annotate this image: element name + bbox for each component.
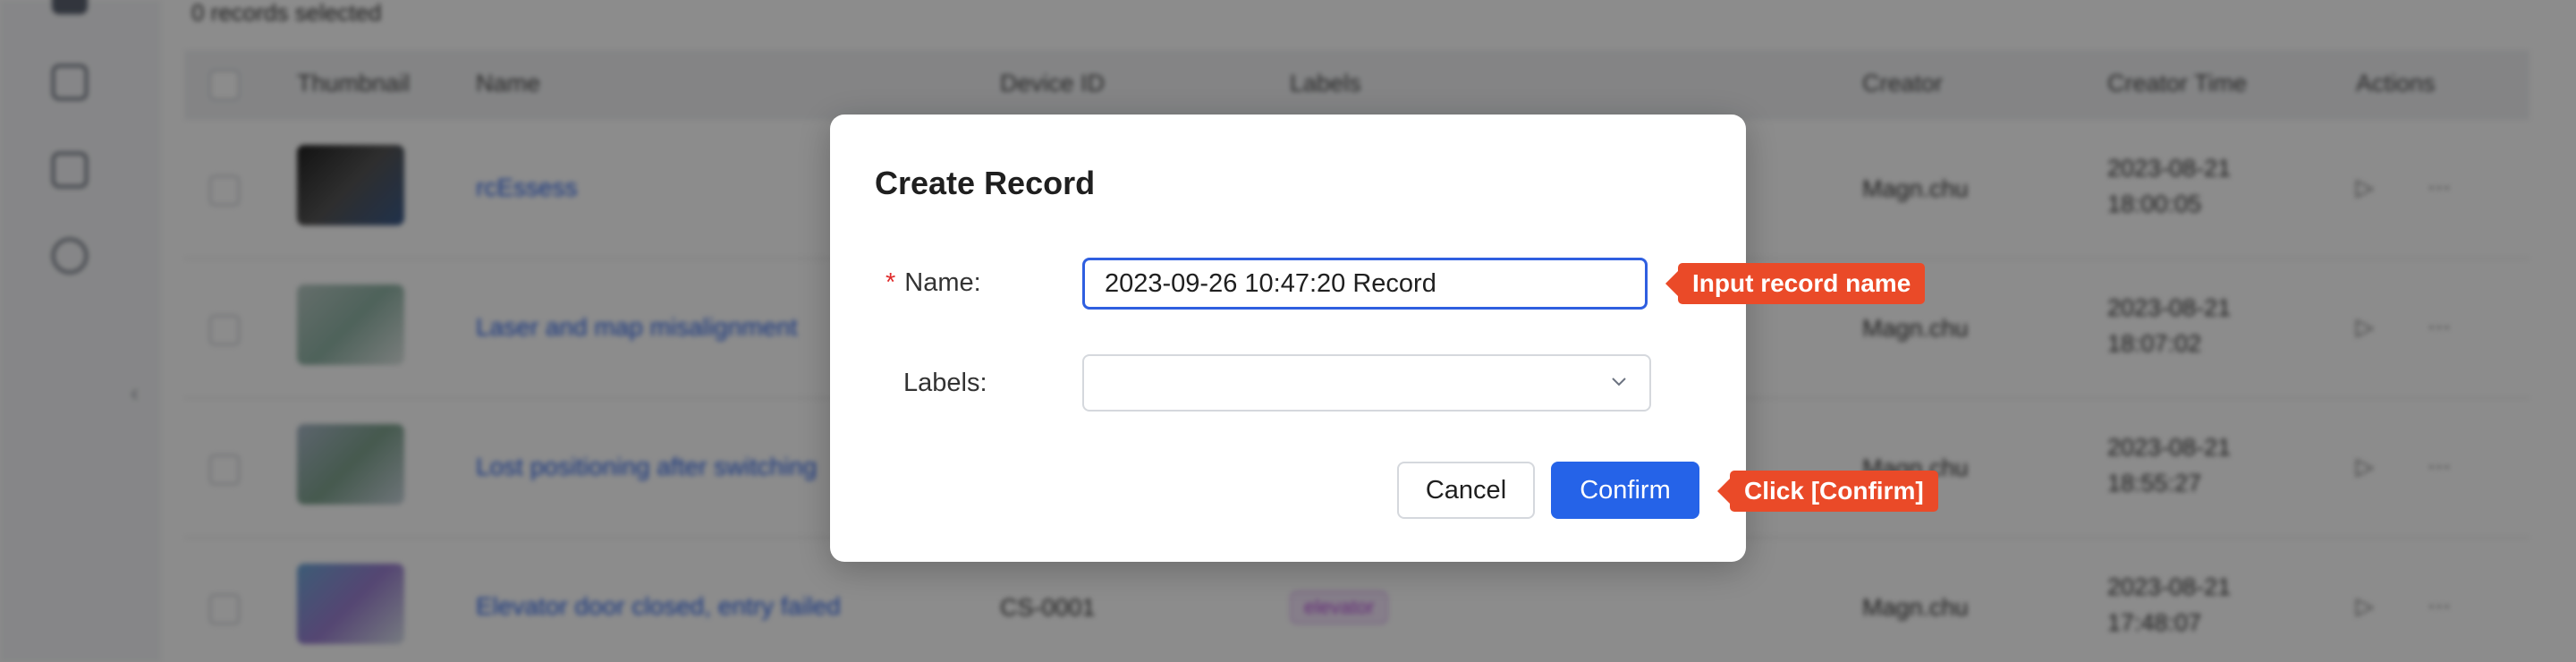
confirm-button[interactable]: Confirm [1551, 462, 1699, 519]
create-record-dialog: Create Record * Name: Labels: Cancel Conf… [830, 115, 1746, 562]
name-hint-callout: Input record name [1665, 263, 1926, 304]
cancel-button[interactable]: Cancel [1397, 462, 1535, 519]
name-field-label: * Name: [886, 268, 981, 298]
record-name-input[interactable] [1082, 258, 1648, 310]
name-label-text: Name: [904, 268, 981, 297]
required-mark: * [886, 268, 896, 297]
confirm-hint-callout: Click [Confirm] [1717, 471, 1938, 512]
dialog-title: Create Record [875, 165, 1096, 201]
chevron-down-icon[interactable] [1610, 372, 1628, 390]
labels-select[interactable] [1082, 354, 1651, 412]
labels-field-label: Labels: [903, 369, 987, 397]
